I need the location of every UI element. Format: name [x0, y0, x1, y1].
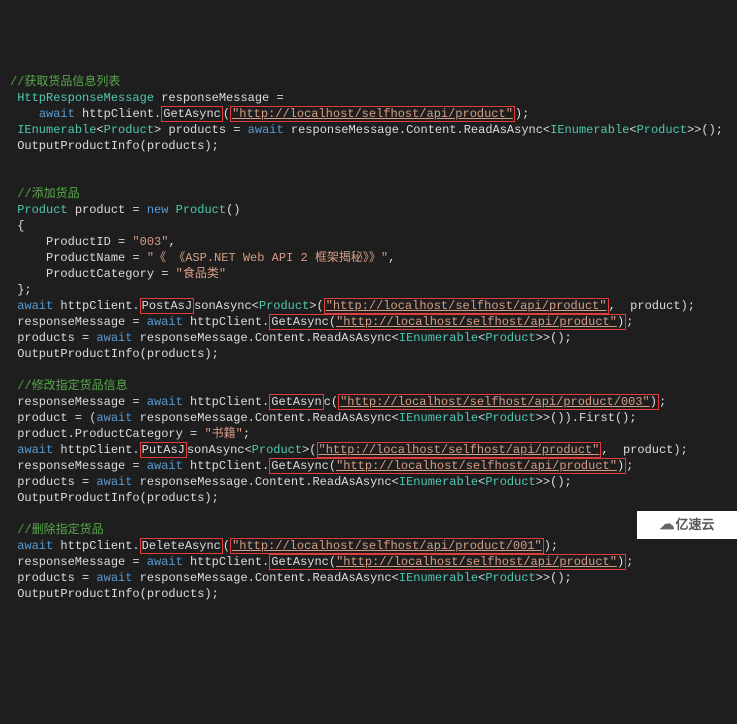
comment: //修改指定货品信息 — [17, 379, 127, 393]
watermark-label: 亿速云 — [675, 517, 714, 533]
code-block: //获取货品信息列表 HttpResponseMessage responseM… — [10, 74, 727, 602]
highlight-box: "http://localhost/selfhost/api/product/0… — [338, 394, 659, 410]
highlight-box: GetAsync("http://localhost/selfhost/api/… — [269, 458, 626, 474]
highlight-box: PostAsJ — [140, 298, 194, 314]
highlight-box: GetAsync("http://localhost/selfhost/api/… — [269, 554, 626, 570]
comment: //添加货品 — [17, 187, 79, 201]
comment: //获取货品信息列表 — [10, 75, 120, 89]
highlight-box: "http://localhost/selfhost/api/product" — [324, 298, 609, 314]
comment: //删除指定货品 — [17, 523, 103, 537]
cloud-icon: ☁︎ — [659, 517, 671, 533]
highlight-box: GetAsync — [161, 106, 223, 122]
highlight-box: PutAsJ — [140, 442, 187, 458]
watermark-badge: ☁︎ 亿速云 — [637, 511, 737, 539]
highlight-box: GetAsync("http://localhost/selfhost/api/… — [269, 314, 626, 330]
type: HttpResponseMessage — [17, 91, 154, 105]
highlight-box: GetAsyn — [269, 394, 323, 410]
highlight-box: "http://localhost/selfhost/api/product" — [230, 106, 515, 122]
highlight-box: "http://localhost/selfhost/api/product" — [317, 442, 602, 458]
highlight-box: "http://localhost/selfhost/api/product/0… — [230, 538, 544, 554]
highlight-box: DeleteAsync — [140, 538, 223, 554]
